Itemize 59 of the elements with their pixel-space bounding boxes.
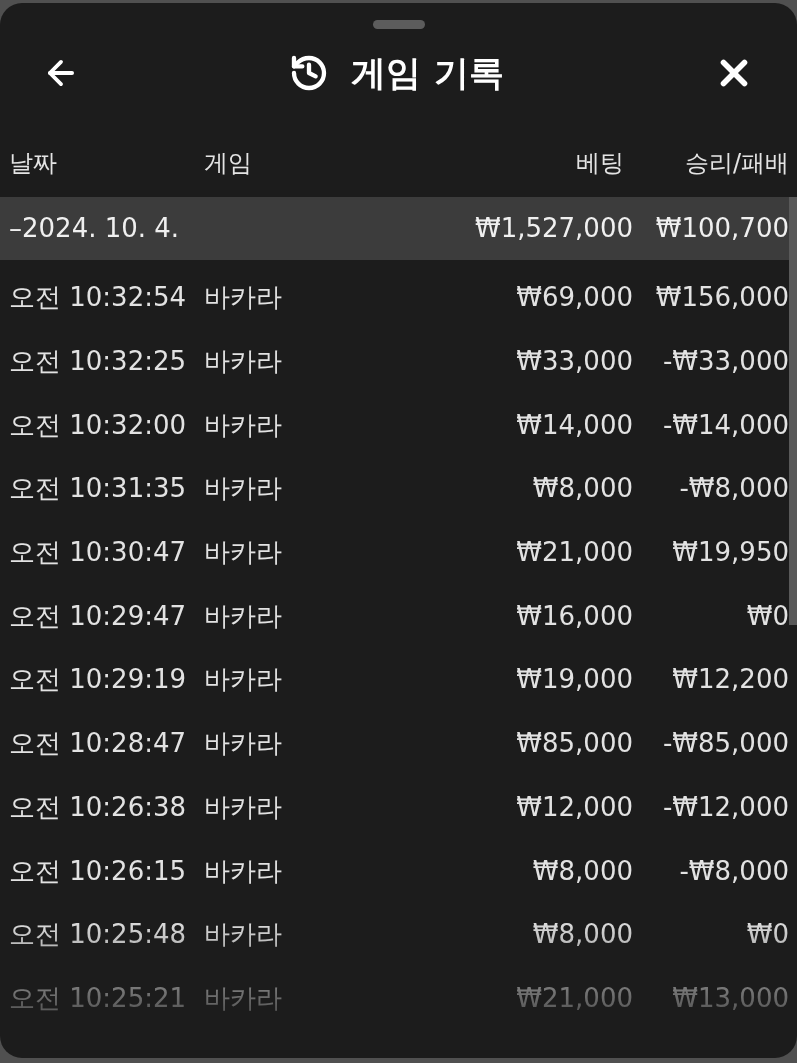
- bet-cell-text: ₩69,000: [516, 281, 633, 315]
- game-cell-text: 바카라: [204, 472, 283, 506]
- total-bet: ₩1,527,000: [474, 212, 633, 245]
- time-cell-text: 오전 10:29:47: [9, 599, 188, 633]
- time-cell-text: 오전 10:32:00: [9, 408, 188, 442]
- result-cell-text: ₩13,000: [672, 981, 789, 1015]
- column-header: 날짜: [9, 148, 57, 179]
- time-cell-text: 오전 10:32:54: [9, 281, 188, 315]
- result-cell-text: ₩0: [746, 599, 789, 633]
- result-cell-text: ₩12,200: [672, 663, 789, 697]
- drag-handle[interactable]: [372, 20, 425, 29]
- window-title: 게임 기록: [351, 51, 504, 95]
- date-label: –2024. 10. 4.: [9, 212, 181, 245]
- scrollbar[interactable]: [789, 197, 797, 625]
- game-cell-text: 바카라: [204, 281, 283, 315]
- result-cell-text: -₩85,000: [662, 727, 789, 761]
- time-cell-text: 오전 10:26:38: [9, 790, 188, 824]
- game-cell-text: 바카라: [204, 408, 283, 442]
- result-cell-text: ₩156,000: [655, 281, 789, 315]
- column-header: 게임: [204, 148, 252, 179]
- time-cell-text: 오전 10:26:15: [9, 854, 188, 888]
- game-cell-text: 바카라: [204, 727, 283, 761]
- bet-cell-text: ₩8,000: [532, 854, 633, 888]
- result-cell-text: -₩8,000: [679, 854, 789, 888]
- result-cell-text: -₩12,000: [662, 790, 789, 824]
- bet-cell-text: ₩12,000: [516, 790, 633, 824]
- result-cell-text: -₩33,000: [662, 345, 789, 379]
- bet-cell-text: ₩8,000: [532, 918, 633, 952]
- bet-cell-text: ₩19,000: [516, 663, 633, 697]
- date-group-row[interactable]: –2024. 10. 4. ₩1,527,000 ₩100,700: [0, 197, 789, 260]
- result-cell-text: ₩0: [746, 918, 789, 952]
- game-cell-text: 바카라: [204, 854, 283, 888]
- time-cell-text: 오전 10:29:19: [9, 663, 188, 697]
- total-result: ₩100,700: [655, 212, 789, 245]
- time-cell-text: 오전 10:30:47: [9, 536, 188, 570]
- game-cell-text: 바카라: [204, 536, 283, 570]
- result-cell-text: ₩19,950: [672, 536, 789, 570]
- game-cell-text: 바카라: [204, 981, 283, 1015]
- time-cell-text: 오전 10:25:21: [9, 981, 188, 1015]
- bet-cell-text: ₩16,000: [516, 599, 633, 633]
- column-header: 승리/패배: [684, 148, 789, 179]
- game-cell-text: 바카라: [204, 790, 283, 824]
- bet-cell-text: ₩21,000: [516, 536, 633, 570]
- time-cell-text: 오전 10:28:47: [9, 727, 188, 761]
- result-cell-text: -₩14,000: [662, 408, 789, 442]
- bet-cell-text: ₩85,000: [516, 727, 633, 761]
- bet-cell-text: ₩14,000: [516, 408, 633, 442]
- game-cell-text: 바카라: [204, 918, 283, 952]
- column-header: 베팅: [576, 148, 624, 179]
- bet-cell-text: ₩8,000: [532, 472, 633, 506]
- time-cell-text: 오전 10:32:25: [9, 345, 188, 379]
- game-cell-text: 바카라: [204, 663, 283, 697]
- game-cell-text: 바카라: [204, 599, 283, 633]
- bet-cell-text: ₩21,000: [516, 981, 633, 1015]
- result-cell-text: -₩8,000: [679, 472, 789, 506]
- time-cell-text: 오전 10:31:35: [9, 472, 188, 506]
- bet-cell-text: ₩33,000: [516, 345, 633, 379]
- game-cell-text: 바카라: [204, 345, 283, 379]
- time-cell-text: 오전 10:25:48: [9, 918, 188, 952]
